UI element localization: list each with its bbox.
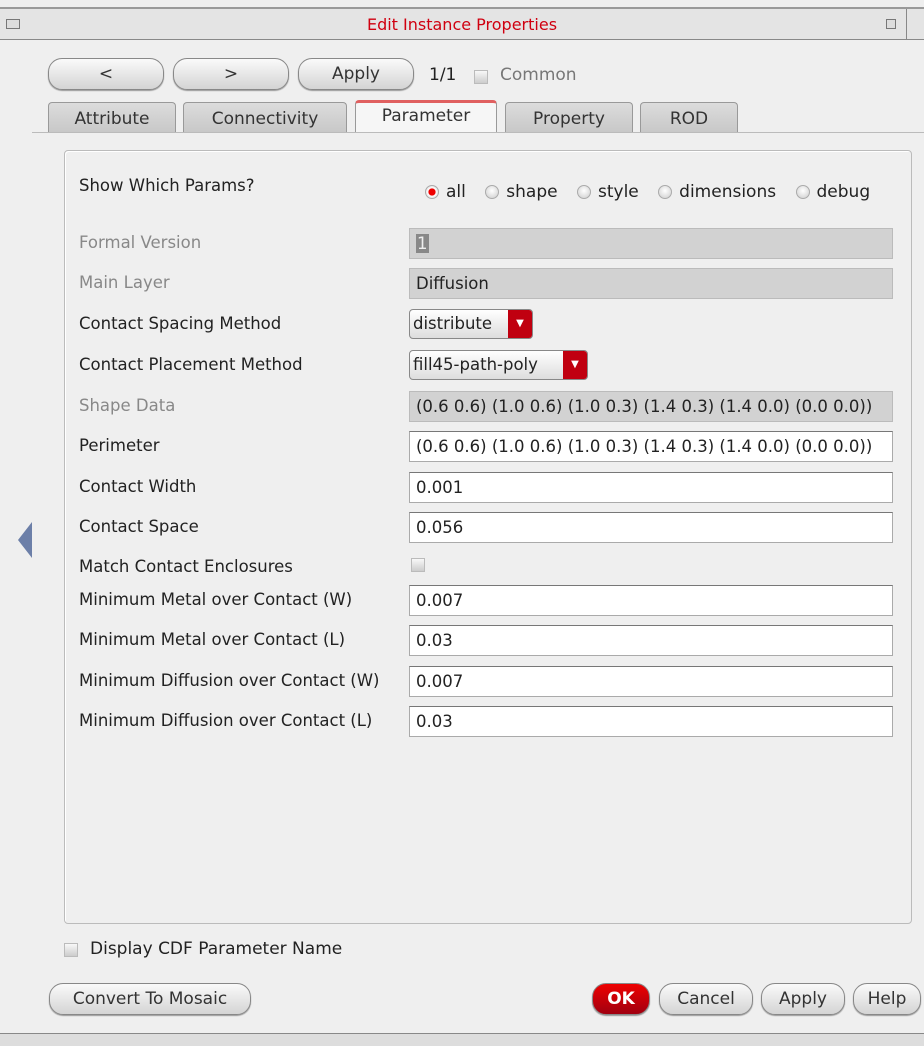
radio-style[interactable]: style [577, 182, 639, 202]
apply-button[interactable]: Apply [761, 983, 845, 1015]
main-layer-label: Main Layer [79, 273, 170, 292]
common-checkbox[interactable] [474, 70, 488, 84]
instance-counter: 1/1 [429, 65, 457, 85]
radio-all[interactable]: all [425, 182, 466, 202]
selected-value: distribute [413, 314, 493, 333]
window-frame-top [0, 0, 924, 8]
field-value: (0.6 0.6) (1.0 0.6) (1.0 0.3) (1.4 0.3) … [416, 397, 873, 416]
minimum-metal-over-contact-l-field[interactable]: 0.03 [409, 625, 893, 656]
minimum-diffusion-over-contact-l-label: Minimum Diffusion over Contact (L) [79, 711, 373, 730]
minimum-metal-over-contact-w-field[interactable]: 0.007 [409, 585, 893, 616]
field-value: 0.056 [416, 518, 464, 537]
radio-dimensions[interactable]: dimensions [658, 182, 776, 202]
display-cdf-checkbox[interactable] [64, 943, 78, 957]
tab-divider [32, 132, 924, 133]
contact-placement-method-label: Contact Placement Method [79, 355, 303, 374]
formal-version-field: 1 [409, 228, 893, 259]
shape-data-label: Shape Data [79, 396, 176, 415]
perimeter-field[interactable]: (0.6 0.6) (1.0 0.6) (1.0 0.3) (1.4 0.3) … [409, 431, 893, 462]
display-cdf-label: Display CDF Parameter Name [90, 939, 343, 959]
show-params-radio-group: all shape style dimensions debug [425, 182, 870, 202]
contact-width-label: Contact Width [79, 477, 197, 496]
tab-connectivity[interactable]: Connectivity [183, 102, 347, 132]
selected-value: fill45-path-poly [413, 355, 538, 374]
help-button[interactable]: Help [853, 983, 921, 1015]
main-layer-field: Diffusion [409, 268, 893, 299]
window-title: Edit Instance Properties [366, 15, 558, 34]
field-value: 0.007 [416, 672, 464, 691]
field-value: (0.6 0.6) (1.0 0.6) (1.0 0.3) (1.4 0.3) … [416, 437, 873, 456]
field-value: 1 [416, 234, 429, 253]
collapse-arrow-icon[interactable] [18, 522, 32, 558]
cancel-button[interactable]: Cancel [659, 983, 753, 1015]
contact-space-label: Contact Space [79, 517, 199, 536]
chevron-down-icon[interactable]: ▼ [508, 310, 532, 338]
match-contact-enclosures-label: Match Contact Enclosures [79, 557, 293, 576]
contact-spacing-method-select[interactable]: distribute ▼ [409, 309, 533, 339]
convert-to-mosaic-button[interactable]: Convert To Mosaic [49, 983, 251, 1015]
tab-parameter[interactable]: Parameter [355, 100, 497, 132]
minimum-metal-over-contact-w-label: Minimum Metal over Contact (W) [79, 590, 353, 609]
minimum-diffusion-over-contact-w-label: Minimum Diffusion over Contact (W) [79, 671, 380, 690]
maximize-button[interactable] [906, 9, 924, 40]
prev-button[interactable]: < [48, 58, 164, 90]
window-frame-bottom [0, 1033, 924, 1046]
title-bar: Edit Instance Properties [0, 8, 924, 40]
common-label: Common [500, 65, 577, 85]
perimeter-label: Perimeter [79, 436, 160, 455]
apply-top-button[interactable]: Apply [298, 58, 414, 90]
minimize-button[interactable] [886, 19, 896, 29]
field-value: 0.001 [416, 478, 464, 497]
minimum-metal-over-contact-l-label: Minimum Metal over Contact (L) [79, 630, 346, 649]
contact-spacing-method-label: Contact Spacing Method [79, 314, 282, 333]
field-value: 0.03 [416, 631, 453, 650]
show-params-label: Show Which Params? [79, 176, 255, 195]
field-value: 0.007 [416, 591, 464, 610]
contact-placement-method-select[interactable]: fill45-path-poly ▼ [409, 350, 588, 380]
field-value: 0.03 [416, 712, 453, 731]
tab-property[interactable]: Property [505, 102, 633, 132]
match-contact-enclosures-checkbox[interactable] [411, 558, 425, 572]
tab-rod[interactable]: ROD [640, 102, 738, 132]
contact-space-field[interactable]: 0.056 [409, 512, 893, 543]
radio-debug[interactable]: debug [795, 182, 870, 202]
shape-data-field: (0.6 0.6) (1.0 0.6) (1.0 0.3) (1.4 0.3) … [409, 391, 893, 422]
minimum-diffusion-over-contact-w-field[interactable]: 0.007 [409, 666, 893, 697]
minimum-diffusion-over-contact-l-field[interactable]: 0.03 [409, 706, 893, 737]
chevron-down-icon[interactable]: ▼ [563, 351, 587, 379]
ok-button[interactable]: OK [592, 983, 650, 1015]
formal-version-label: Formal Version [79, 233, 202, 252]
field-value: Diffusion [416, 274, 489, 293]
next-button[interactable]: > [173, 58, 289, 90]
contact-width-field[interactable]: 0.001 [409, 472, 893, 503]
radio-shape[interactable]: shape [485, 182, 558, 202]
tab-attribute[interactable]: Attribute [48, 102, 176, 132]
